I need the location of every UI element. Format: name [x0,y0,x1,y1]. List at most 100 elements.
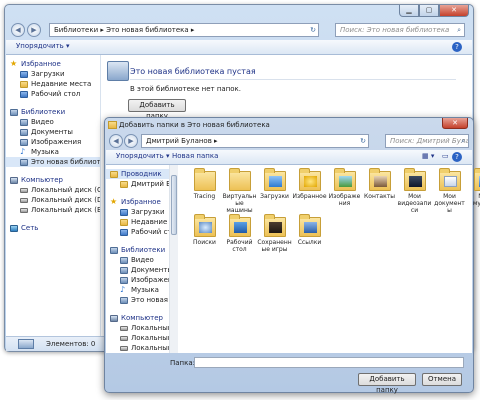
nav-network[interactable]: Сеть [6,223,100,233]
folder-label: Избранное [292,193,327,200]
computer-icon [10,176,18,184]
downloads-icon [120,208,128,216]
nav-item-disk-d[interactable]: Локальный диск (D [6,195,100,205]
folder-item[interactable]: Сохраненные игры [257,214,292,257]
folder-item[interactable]: Ссылки [292,214,327,257]
help-icon[interactable]: ? [452,42,462,52]
nav-item-recent[interactable]: Недавние места [6,79,100,89]
new-folder-button[interactable]: Новая папка [172,152,218,160]
desktop-icon [20,90,28,98]
refresh-icon[interactable]: ↻ [310,24,316,36]
folder-item[interactable]: Изображения [327,168,362,211]
nav-label: Библиотеки [121,246,166,254]
folder-item[interactable]: Контакты [362,168,397,211]
command-bar: Упорядочить ▾ ? [6,40,472,55]
nav-item-disk[interactable]: Локальный диск [106,333,177,343]
scroll-thumb[interactable] [171,175,177,235]
back-button[interactable]: ◀ [109,134,123,148]
caption-buttons: ▁ ▢ ✕ [399,5,469,17]
nav-computer[interactable]: Компьютер [106,313,177,323]
nav-item-new-library[interactable]: Это новая библиоте [6,157,100,167]
nav-libraries[interactable]: Библиотеки [6,107,100,117]
nav-item-video[interactable]: Видео [6,117,100,127]
nav-label: Локальный диск (E [31,206,100,214]
dialog-close-button[interactable]: ✕ [442,118,468,129]
nav-item-disk[interactable]: Локальный диск [106,323,177,333]
folder-icon [193,168,216,191]
dialog-address-bar[interactable]: Дмитрий Буланов ▸ ↻ [141,134,369,148]
library-title: Это новая библиотека пустая [130,67,256,76]
nav-item-downloads[interactable]: Загрузки [106,207,177,217]
nav-item-documents[interactable]: Документы [6,127,100,137]
games-folder-icon [263,214,286,237]
minimize-button[interactable]: ▁ [399,5,419,17]
dialog-content-pane: Tracing Виртуальные машины Загрузки Избранн… [179,165,480,353]
help-icon[interactable]: ? [452,152,462,162]
nav-explorer[interactable]: Проводник [106,169,177,179]
nav-item-desktop[interactable]: Рабочий стол [6,89,100,99]
nav-item-disk[interactable]: Локальный диск [106,343,177,353]
preview-pane-icon[interactable]: ▭ [442,152,449,160]
organize-menu[interactable]: Упорядочить ▾ [16,42,70,50]
folder-field[interactable] [194,357,464,368]
nav-favorites[interactable]: ★ Избранное [6,59,100,69]
folder-item[interactable]: Избранное [292,168,327,211]
folder-item[interactable]: Моя музыка [467,168,480,211]
disk-icon [20,207,28,213]
folder-item[interactable]: Tracing [187,168,222,211]
search-icon: ⌕ [457,26,461,34]
documents-icon [120,266,128,274]
close-button[interactable]: ✕ [439,5,469,17]
folder-item[interactable]: Загрузки [257,168,292,211]
forward-button[interactable]: ▶ [124,134,138,148]
organize-menu[interactable]: Упорядочить ▾ [116,152,170,160]
computer-icon [110,314,118,322]
folder-item[interactable]: Мои документы [432,168,467,214]
video-icon [120,256,128,264]
search-icon: ⌕ [461,137,465,145]
folder-label: Изображения [328,193,361,207]
cancel-button[interactable]: Отмена [422,373,462,386]
nav-item-user[interactable]: Дмитрий Буланов [106,179,177,189]
dialog-search-input[interactable]: Поиск: Дмитрий Буланов ⌕ [385,134,469,148]
videos-glyph-icon [408,176,422,187]
address-bar[interactable]: Библиотеки ▸ Это новая библиотека ▸ ↻ [49,23,319,37]
maximize-button[interactable]: ▢ [419,5,439,17]
search-input[interactable]: Поиск: Это новая библиотека ⌕ [335,23,465,37]
nav-scrollbar[interactable] [169,165,178,353]
nav-item-pictures[interactable]: Изображения [106,275,177,285]
nav-computer[interactable]: Компьютер [6,175,100,185]
nav-item-disk-e[interactable]: Локальный диск (E [6,205,100,215]
nav-item-new-library[interactable]: Это новая библиот [106,295,177,305]
dialog-command-bar: Упорядочить ▾ Новая папка ▦ ▾ ▭ ? [106,150,472,165]
folder-item[interactable]: Виртуальные машины [222,168,257,214]
folder-label: Поиски [193,239,216,246]
add-folder-button[interactable]: Добавить папку [128,99,186,120]
nav-favorites[interactable]: ★ Избранное [106,197,177,207]
nav-item-music[interactable]: ♪ Музыка [6,147,100,157]
nav-item-documents[interactable]: Документы [106,265,177,275]
disk-icon [20,197,28,203]
folder-item[interactable]: Поиски [187,214,222,257]
forward-button[interactable]: ▶ [27,23,41,37]
network-icon [10,224,18,232]
nav-label: Локальный диск (C [31,186,100,194]
view-options-icon[interactable]: ▦ ▾ [422,152,434,160]
nav-item-music[interactable]: ♪ Музыка [106,285,177,295]
nav-item-video[interactable]: Видео [106,255,177,265]
add-folder-confirm-button[interactable]: Добавить папку [358,373,416,394]
nav-item-disk-c[interactable]: Локальный диск (C [6,185,100,195]
refresh-icon[interactable]: ↻ [360,135,366,147]
downloads-glyph-icon [268,176,282,187]
recent-places-icon [120,218,128,226]
nav-item-downloads[interactable]: Загрузки [6,69,100,79]
folder-label: Рабочий стол [226,239,253,253]
folder-item[interactable]: Рабочий стол [222,214,257,257]
nav-label: Документы [131,266,173,274]
nav-item-desktop[interactable]: Рабочий стол [106,227,177,237]
nav-item-pictures[interactable]: Изображения [6,137,100,147]
nav-libraries[interactable]: Библиотеки [106,245,177,255]
folder-item[interactable]: Мои видеозаписи [397,168,432,214]
nav-item-recent[interactable]: Недавние места [106,217,177,227]
back-button[interactable]: ◀ [11,23,25,37]
